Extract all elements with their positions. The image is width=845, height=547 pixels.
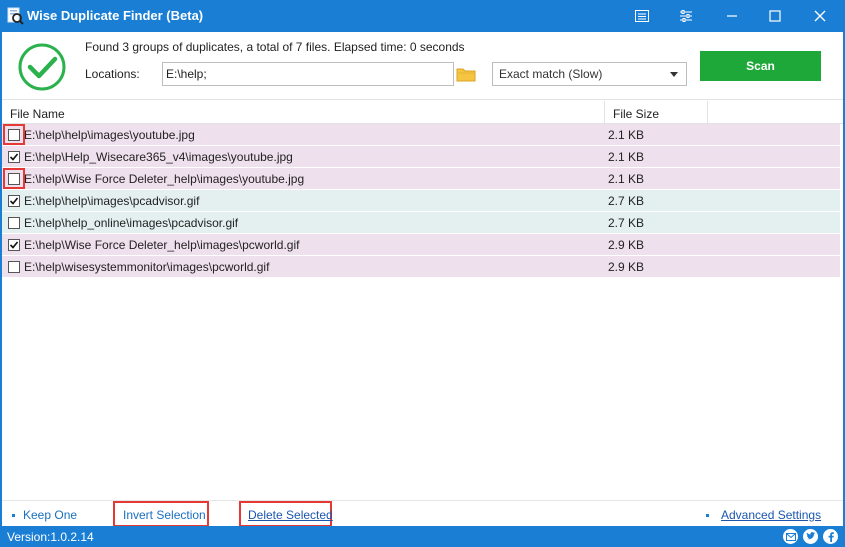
twitter-icon[interactable] bbox=[803, 529, 818, 544]
checkmark-icon bbox=[9, 153, 19, 161]
keep-one-label: Keep One bbox=[23, 508, 78, 522]
table-row[interactable]: E:\help\help\images\pcadvisor.gif 2.7 KB bbox=[2, 190, 840, 212]
file-name-cell: E:\help\wisesystemmonitor\images\pcworld… bbox=[24, 260, 270, 274]
checkmark-icon bbox=[9, 197, 19, 205]
checkmark-icon bbox=[9, 241, 19, 249]
table-row[interactable]: E:\help\wisesystemmonitor\images\pcworld… bbox=[2, 256, 840, 278]
main-panel: Found 3 groups of duplicates, a total of… bbox=[2, 32, 843, 527]
version-label: Version:1.0.2.14 bbox=[7, 530, 94, 544]
app-window: Wise Duplicate Finder (Beta) Found 3 gro… bbox=[0, 0, 845, 547]
facebook-icon[interactable] bbox=[823, 529, 838, 544]
row-checkbox[interactable] bbox=[8, 261, 20, 273]
file-size-cell: 2.7 KB bbox=[608, 216, 645, 230]
column-header-file-name[interactable]: File Name bbox=[10, 107, 65, 121]
invert-selection-link[interactable]: Invert Selection bbox=[123, 508, 206, 522]
row-checkbox[interactable] bbox=[8, 151, 20, 163]
file-size-cell: 2.7 KB bbox=[608, 194, 645, 208]
check-circle-icon bbox=[18, 43, 66, 91]
dropdown-arrow-icon bbox=[670, 72, 678, 77]
column-divider bbox=[707, 101, 708, 123]
maximize-icon[interactable] bbox=[761, 4, 789, 28]
file-name-cell: E:\help\Help_Wisecare365_v4\images\youtu… bbox=[24, 150, 293, 164]
settings-icon[interactable] bbox=[672, 4, 700, 28]
file-name-cell: E:\help\help\images\pcadvisor.gif bbox=[24, 194, 200, 208]
file-size-cell: 2.1 KB bbox=[608, 150, 645, 164]
column-divider bbox=[604, 101, 605, 123]
locations-input[interactable] bbox=[162, 62, 454, 86]
table-row[interactable]: E:\help\Wise Force Deleter_help\images\y… bbox=[2, 168, 840, 190]
table-row[interactable]: E:\help\Wise Force Deleter_help\images\p… bbox=[2, 234, 840, 256]
match-mode-value: Exact match (Slow) bbox=[499, 67, 603, 81]
scan-button[interactable]: Scan bbox=[700, 51, 821, 81]
advanced-settings-link[interactable]: Advanced Settings bbox=[721, 508, 821, 522]
scan-panel: Found 3 groups of duplicates, a total of… bbox=[2, 32, 843, 100]
table-row[interactable]: E:\help\help\images\youtube.jpg 2.1 KB bbox=[2, 124, 840, 146]
app-icon bbox=[7, 7, 24, 25]
locations-label: Locations: bbox=[85, 67, 140, 81]
file-name-cell: E:\help\help\images\youtube.jpg bbox=[24, 128, 195, 142]
highlight-box bbox=[3, 168, 25, 189]
mail-icon[interactable] bbox=[783, 529, 798, 544]
minimize-icon[interactable] bbox=[718, 4, 746, 28]
menu-icon[interactable] bbox=[628, 4, 656, 28]
close-icon[interactable] bbox=[806, 4, 834, 28]
file-name-cell: E:\help\help_online\images\pcadvisor.gif bbox=[24, 216, 239, 230]
column-header-file-size[interactable]: File Size bbox=[613, 107, 659, 121]
delete-selected-link[interactable]: Delete Selected bbox=[248, 508, 333, 522]
file-name-cell: E:\help\Wise Force Deleter_help\images\y… bbox=[24, 172, 305, 186]
scan-summary: Found 3 groups of duplicates, a total of… bbox=[85, 40, 465, 54]
table-header: File Name File Size bbox=[2, 101, 843, 124]
bullet-icon bbox=[706, 508, 717, 522]
file-size-cell: 2.9 KB bbox=[608, 260, 645, 274]
browse-folder-button[interactable] bbox=[454, 62, 478, 86]
file-size-cell: 2.9 KB bbox=[608, 238, 645, 252]
file-name-cell: E:\help\Wise Force Deleter_help\images\p… bbox=[24, 238, 300, 252]
title-bar: Wise Duplicate Finder (Beta) bbox=[0, 0, 845, 32]
match-mode-select[interactable]: Exact match (Slow) bbox=[492, 62, 687, 86]
table-row[interactable]: E:\help\Help_Wisecare365_v4\images\youtu… bbox=[2, 146, 840, 168]
highlight-box bbox=[3, 124, 25, 145]
keep-one-link[interactable]: Keep One bbox=[12, 508, 77, 522]
row-checkbox[interactable] bbox=[8, 239, 20, 251]
folder-icon bbox=[456, 68, 476, 82]
window-title: Wise Duplicate Finder (Beta) bbox=[27, 8, 204, 23]
bullet-icon bbox=[12, 514, 15, 518]
row-checkbox[interactable] bbox=[8, 217, 20, 229]
file-list: E:\help\help\images\youtube.jpg 2.1 KB E… bbox=[2, 124, 843, 278]
table-row[interactable]: E:\help\help_online\images\pcadvisor.gif… bbox=[2, 212, 840, 234]
status-bar: Version:1.0.2.14 bbox=[0, 526, 845, 547]
row-checkbox[interactable] bbox=[8, 195, 20, 207]
file-size-cell: 2.1 KB bbox=[608, 128, 645, 142]
file-size-cell: 2.1 KB bbox=[608, 172, 645, 186]
action-bar: Keep One Invert Selection Delete Selecte… bbox=[2, 500, 843, 527]
